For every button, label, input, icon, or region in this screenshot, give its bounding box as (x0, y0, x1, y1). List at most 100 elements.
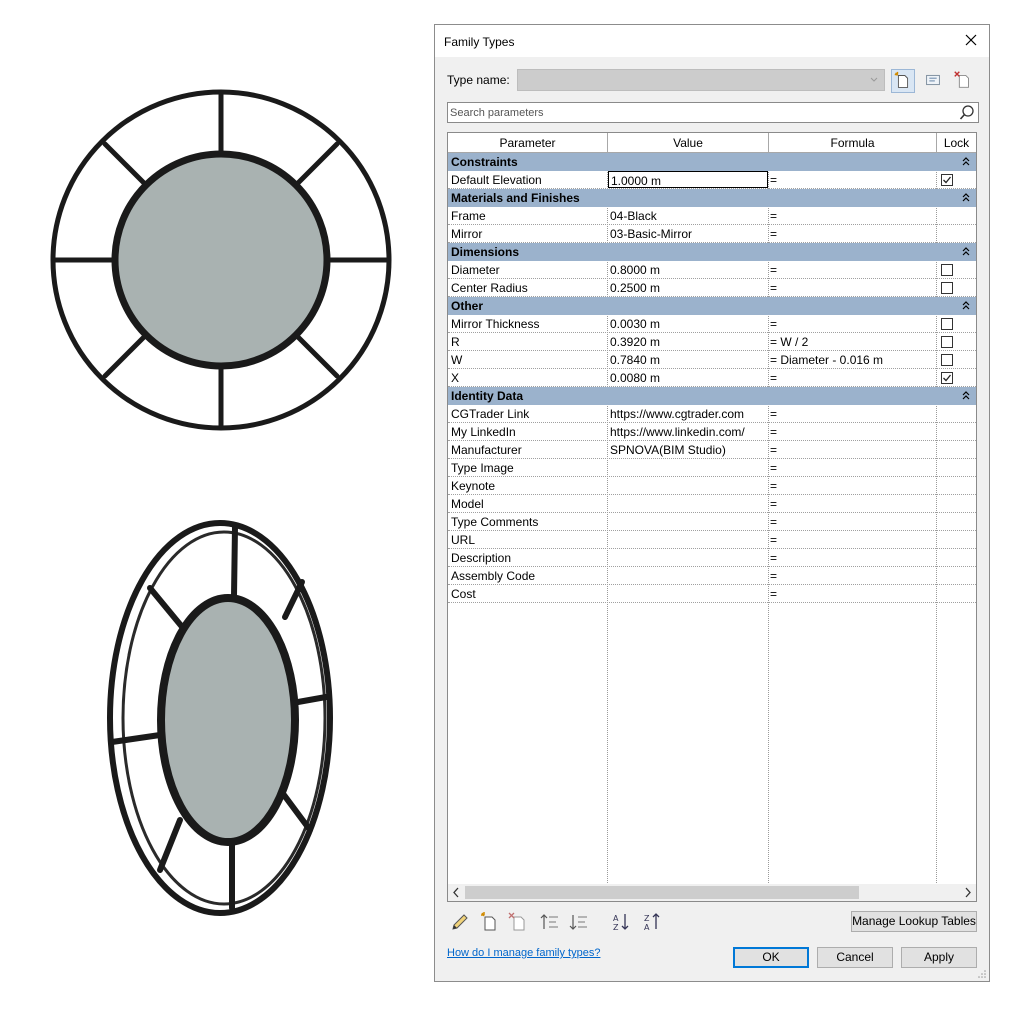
parameter-value[interactable]: 0.8000 m (610, 261, 768, 279)
lock-cell[interactable] (938, 351, 976, 369)
delete-type-button[interactable] (952, 69, 976, 93)
column-header-formula[interactable]: Formula (769, 133, 937, 153)
parameter-row[interactable]: URL = (448, 531, 976, 549)
group-header[interactable]: Dimensions (448, 243, 976, 261)
lock-checkbox[interactable] (941, 354, 953, 366)
parameter-value[interactable] (610, 531, 768, 549)
parameter-row[interactable]: Model = (448, 495, 976, 513)
parameter-formula[interactable]: = (770, 585, 936, 603)
close-icon[interactable] (961, 30, 981, 50)
parameter-value[interactable] (610, 513, 768, 531)
parameter-value[interactable] (610, 549, 768, 567)
parameter-formula[interactable]: = (770, 423, 936, 441)
parameter-row[interactable]: X 0.0080 m = (448, 369, 976, 387)
parameter-formula[interactable]: = (770, 567, 936, 585)
parameter-value[interactable]: SPNOVA(BIM Studio) (610, 441, 768, 459)
scroll-right-icon[interactable] (959, 884, 976, 901)
parameter-row[interactable]: Diameter 0.8000 m = (448, 261, 976, 279)
lock-cell[interactable] (938, 315, 976, 333)
parameter-row[interactable]: W 0.7840 m = Diameter - 0.016 m (448, 351, 976, 369)
lock-cell[interactable] (938, 279, 976, 297)
parameter-value[interactable] (610, 567, 768, 585)
new-parameter-icon[interactable] (478, 911, 500, 933)
parameter-row[interactable]: R 0.3920 m = W / 2 (448, 333, 976, 351)
edit-pencil-icon[interactable] (449, 911, 471, 933)
column-header-lock[interactable]: Lock (937, 133, 976, 153)
column-header-parameter[interactable]: Parameter (448, 133, 608, 153)
scroll-left-icon[interactable] (448, 884, 465, 901)
parameter-value[interactable]: 0.3920 m (610, 333, 768, 351)
apply-button[interactable]: Apply (901, 947, 977, 968)
value-input[interactable] (609, 173, 767, 189)
parameter-value[interactable]: https://www.cgtrader.com (610, 405, 768, 423)
group-header[interactable]: Other (448, 297, 976, 315)
type-name-select[interactable] (517, 69, 885, 91)
search-input[interactable] (450, 104, 950, 121)
parameter-formula[interactable]: = (770, 513, 936, 531)
parameter-value[interactable] (610, 585, 768, 603)
parameter-value[interactable]: 03-Basic-Mirror (610, 225, 768, 243)
help-link[interactable]: How do I manage family types? (447, 947, 600, 959)
parameter-row[interactable]: Type Comments = (448, 513, 976, 531)
parameter-formula[interactable]: = (770, 459, 936, 477)
parameter-row[interactable]: Frame 04-Black = (448, 207, 976, 225)
lock-checkbox-checked[interactable] (941, 174, 953, 186)
collapse-icon[interactable] (959, 153, 973, 171)
lock-checkbox[interactable] (941, 318, 953, 330)
group-header[interactable]: Constraints (448, 153, 976, 171)
parameter-formula[interactable]: = (770, 531, 936, 549)
lock-checkbox[interactable] (941, 336, 953, 348)
parameter-formula[interactable]: = (770, 549, 936, 567)
collapse-icon[interactable] (959, 297, 973, 315)
collapse-icon[interactable] (959, 243, 973, 261)
parameter-value[interactable]: 0.7840 m (610, 351, 768, 369)
parameter-formula[interactable]: = (770, 225, 936, 243)
collapse-icon[interactable] (959, 387, 973, 405)
parameter-row[interactable]: Cost = (448, 585, 976, 603)
parameter-row[interactable]: Assembly Code = (448, 567, 976, 585)
sort-ascending-icon[interactable]: A Z (611, 911, 633, 933)
column-header-value[interactable]: Value (608, 133, 769, 153)
new-type-button[interactable] (891, 69, 915, 93)
group-header[interactable]: Identity Data (448, 387, 976, 405)
parameter-formula[interactable]: = (770, 207, 936, 225)
lock-cell[interactable] (938, 369, 976, 387)
lock-checkbox[interactable] (941, 282, 953, 294)
parameter-value[interactable] (610, 477, 768, 495)
rename-type-button[interactable] (922, 69, 946, 93)
lock-cell[interactable] (938, 171, 976, 189)
parameter-formula[interactable]: = (770, 477, 936, 495)
parameter-value[interactable] (610, 495, 768, 513)
parameter-row[interactable]: Center Radius 0.2500 m = (448, 279, 976, 297)
lock-checkbox[interactable] (941, 264, 953, 276)
cancel-button[interactable]: Cancel (817, 947, 893, 968)
horizontal-scrollbar[interactable] (448, 884, 976, 901)
sort-descending-icon[interactable]: Z A (642, 911, 664, 933)
parameter-row[interactable]: Default Elevation = (448, 171, 976, 189)
move-up-icon[interactable] (539, 911, 561, 933)
parameter-value[interactable]: 0.0030 m (610, 315, 768, 333)
parameter-row[interactable]: Manufacturer SPNOVA(BIM Studio) = (448, 441, 976, 459)
parameter-value[interactable]: 0.0080 m (610, 369, 768, 387)
parameter-row[interactable]: Mirror Thickness 0.0030 m = (448, 315, 976, 333)
parameter-row[interactable]: Type Image = (448, 459, 976, 477)
parameter-formula[interactable]: = (770, 315, 936, 333)
scrollbar-thumb[interactable] (465, 886, 859, 899)
move-down-icon[interactable] (568, 911, 590, 933)
parameter-row[interactable]: Mirror 03-Basic-Mirror = (448, 225, 976, 243)
parameter-row[interactable]: CGTrader Link https://www.cgtrader.com = (448, 405, 976, 423)
delete-parameter-icon[interactable] (507, 911, 529, 933)
parameter-row[interactable]: My LinkedIn https://www.linkedin.com/= (448, 423, 976, 441)
ok-button[interactable]: OK (733, 947, 809, 968)
parameter-formula[interactable]: = (770, 171, 936, 189)
parameter-formula[interactable]: = (770, 369, 936, 387)
parameter-row[interactable]: Description = (448, 549, 976, 567)
resize-grip-icon[interactable] (977, 969, 987, 979)
parameter-formula[interactable]: = (770, 279, 936, 297)
group-header[interactable]: Materials and Finishes (448, 189, 976, 207)
manage-lookup-tables-button[interactable]: Manage Lookup Tables (851, 911, 977, 932)
parameter-formula[interactable]: = (770, 261, 936, 279)
parameter-row[interactable]: Keynote = (448, 477, 976, 495)
lock-cell[interactable] (938, 333, 976, 351)
parameter-formula[interactable]: = (770, 405, 936, 423)
